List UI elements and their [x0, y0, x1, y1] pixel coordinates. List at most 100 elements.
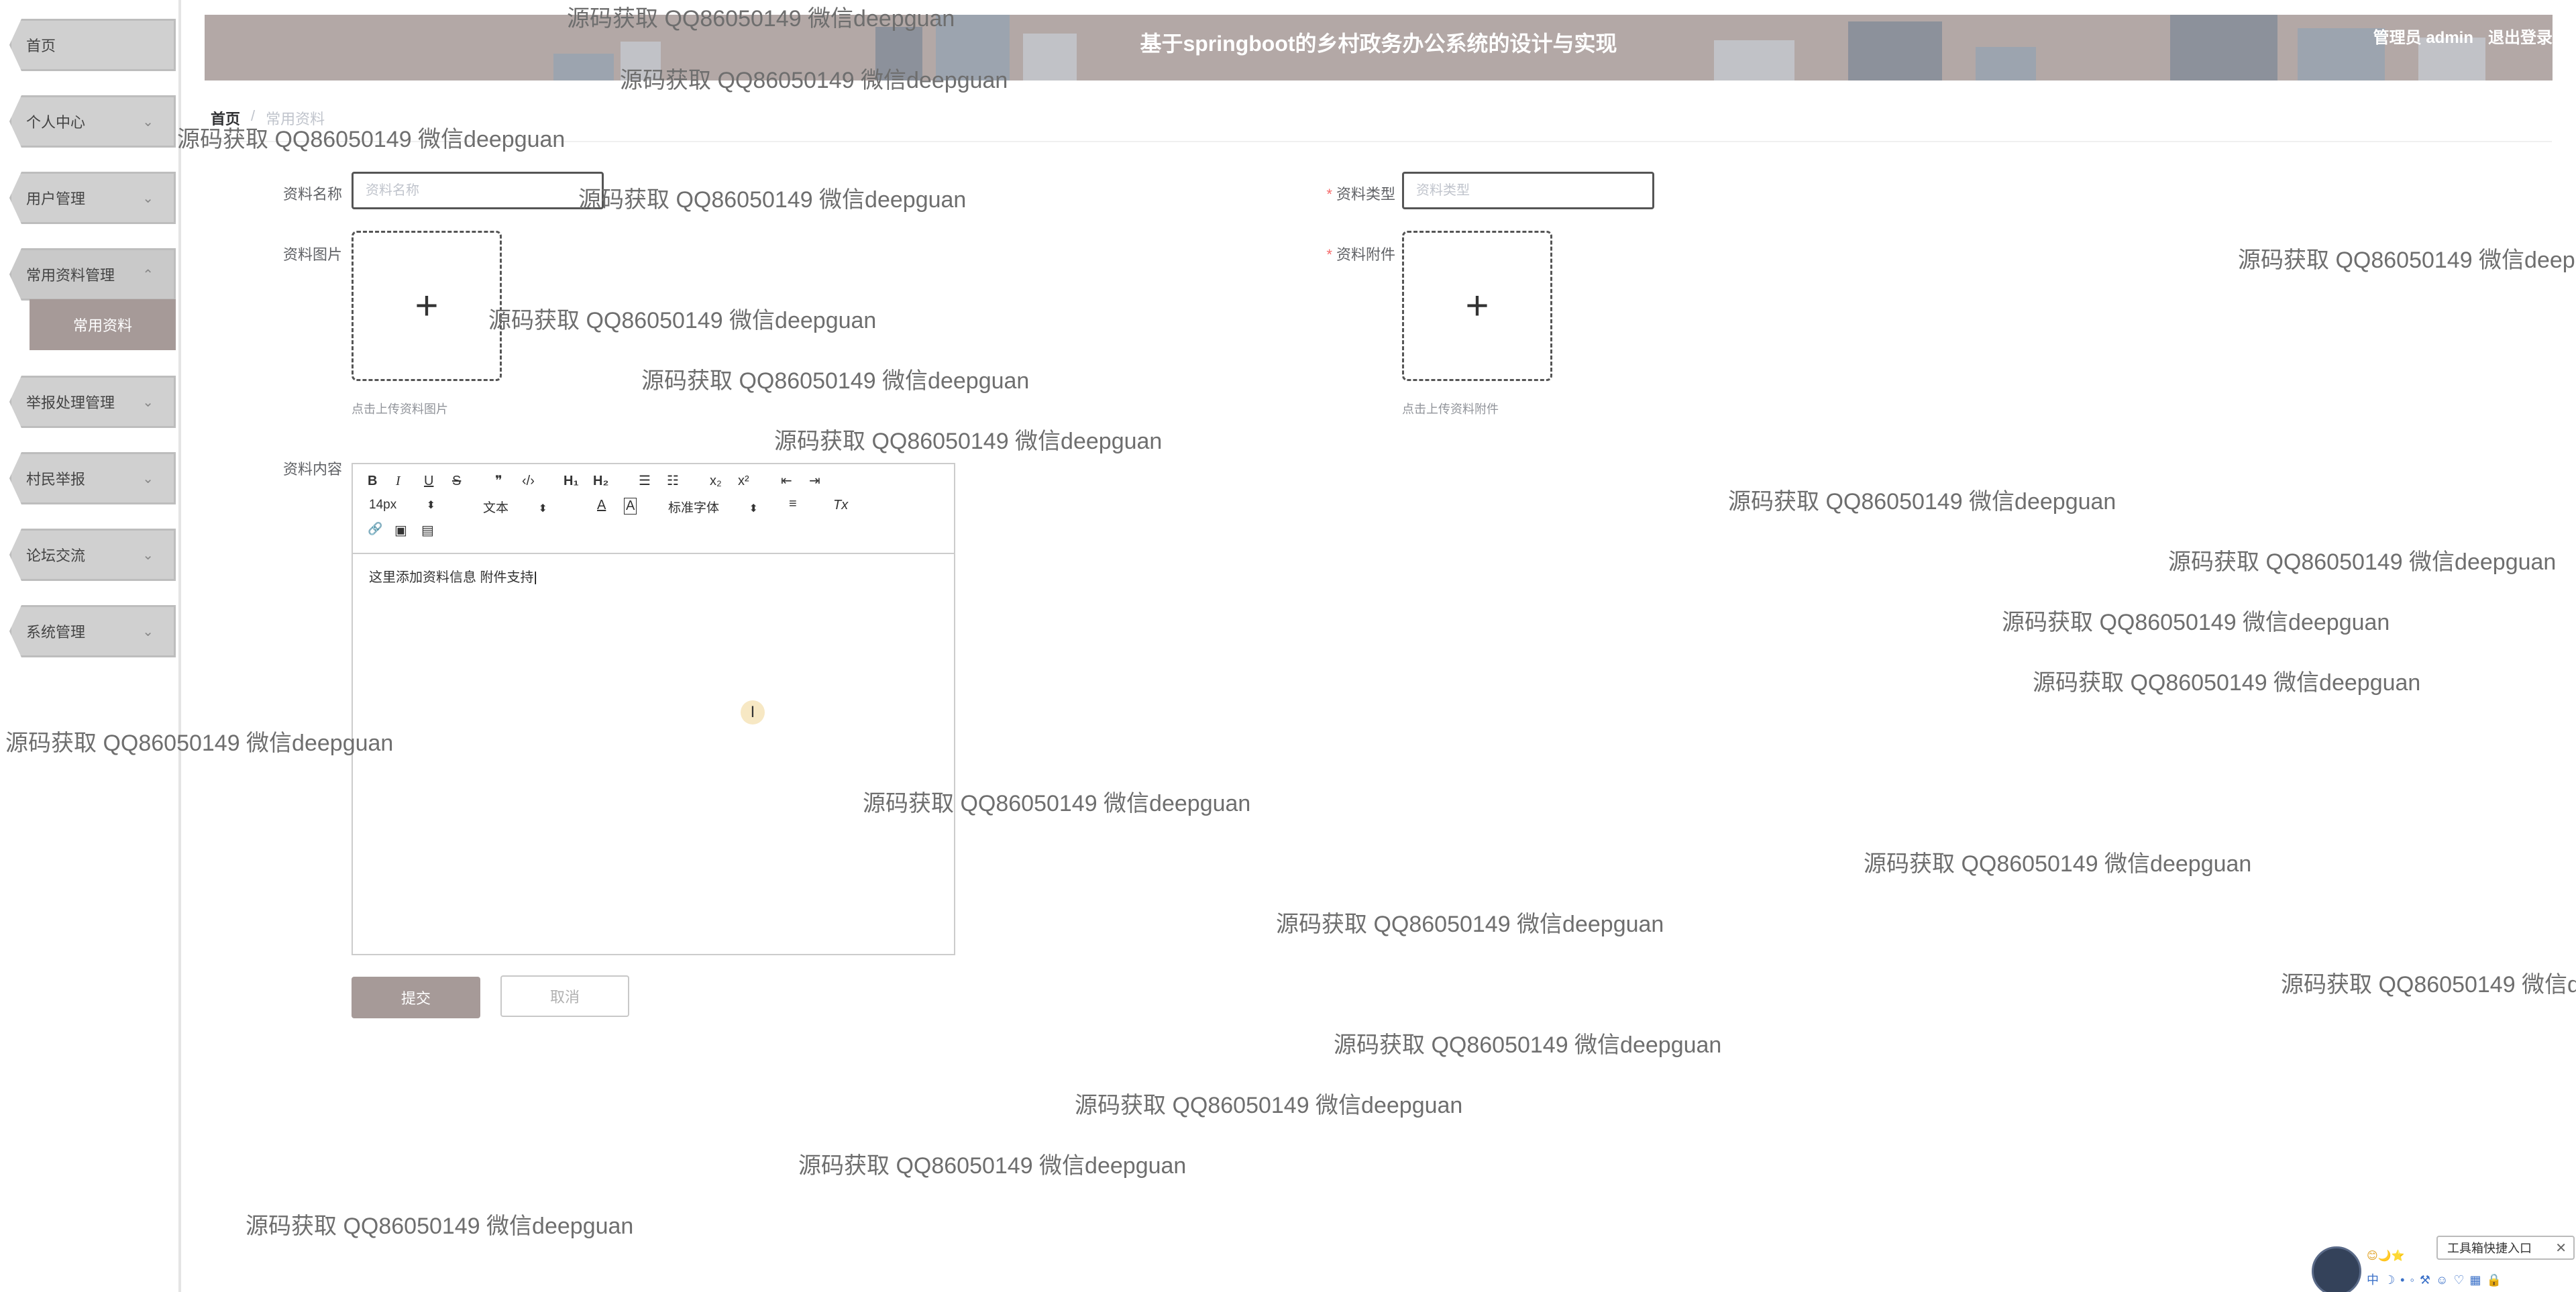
header-select[interactable]: 文本 — [483, 498, 547, 516]
text-cursor-icon: I — [741, 700, 765, 724]
watermark: 源码获取 QQ86050149 微信deepguan — [1075, 1093, 1463, 1118]
file-uploader[interactable]: + — [1402, 231, 1552, 381]
plus-icon: + — [415, 283, 439, 328]
type-input[interactable] — [1402, 172, 1654, 209]
watermark: 源码获取 QQ86050149 微信deepguan — [774, 429, 1163, 454]
chevron-down-icon: ⌄ — [142, 548, 154, 563]
sidebar-item-user-management[interactable]: 用户管理 ⌄ — [9, 172, 176, 224]
sidebar-item-personal-center[interactable]: 个人中心 ⌄ — [9, 95, 176, 148]
size-select[interactable]: 14px — [369, 498, 435, 513]
editor-content[interactable]: 这里添加资料信息 附件支持 — [369, 566, 537, 586]
link-icon[interactable]: 🔗 — [368, 522, 382, 536]
sidebar-item-label: 举报处理管理 — [26, 394, 115, 411]
watermark: 源码获取 QQ86050149 微信deepguan — [488, 308, 877, 333]
sidebar-item-label: 用户管理 — [26, 191, 86, 207]
cancel-button[interactable]: 取消 — [500, 975, 629, 1017]
editor-toolbar: B I U S ❞ ‹/› H₁ H₂ ☰ ☷ x₂ x² ⇤ ⇥ 14px 文… — [353, 464, 954, 554]
subscript-button[interactable]: x₂ — [710, 474, 722, 489]
video-icon[interactable]: ▤ — [421, 522, 434, 539]
required-mark: * — [1326, 246, 1332, 263]
user-area: 管理员 admin 退出登录 — [2373, 24, 2553, 48]
header-banner: 基于springboot的乡村政务办公系统的设计与实现 管理员 admin 退出登… — [205, 15, 2553, 80]
sidebar-item-common-materials[interactable]: 常用资料管理 ⌃ — [9, 248, 176, 301]
underline-button[interactable]: U — [424, 474, 433, 489]
h2-button[interactable]: H₂ — [593, 474, 608, 489]
clean-format-button[interactable]: Tx — [833, 498, 848, 513]
font-color-button[interactable]: A — [597, 498, 606, 513]
font-select[interactable]: 标准字体 — [668, 498, 758, 516]
ordered-list-button[interactable]: ☰ — [639, 472, 651, 489]
content-label-text: 资料内容 — [282, 461, 342, 478]
name-label-text: 资料名称 — [282, 186, 342, 203]
sidebar-item-label: 系统管理 — [26, 624, 86, 641]
h1-button[interactable]: H₁ — [564, 474, 579, 489]
required-mark: * — [1326, 186, 1332, 203]
tool-icons-row[interactable]: 中☽•◦⚒☺♡▦🔒 — [2367, 1271, 2507, 1288]
content-label: 资料内容 — [255, 457, 342, 479]
watermark: 源码获取 QQ86050149 微信deepguan — [2168, 549, 2557, 575]
rich-text-editor[interactable]: B I U S ❞ ‹/› H₁ H₂ ☰ ☷ x₂ x² ⇤ ⇥ 14px 文… — [352, 463, 955, 955]
watermark: 源码获取 QQ86050149 微信deepguan — [2002, 610, 2390, 635]
bold-button[interactable]: B — [368, 474, 377, 489]
italic-button[interactable]: I — [396, 474, 400, 489]
name-input[interactable] — [352, 172, 604, 209]
image-upload-tip: 点击上传资料图片 — [352, 402, 448, 416]
file-upload-tip: 点击上传资料附件 — [1402, 402, 1499, 416]
watermark: 源码获取 QQ86050149 微信deepguan — [641, 368, 1030, 394]
current-user: 管理员 admin — [2373, 29, 2473, 47]
indent-button[interactable]: ⇥ — [809, 472, 820, 489]
sidebar-item-report-handling[interactable]: 举报处理管理 ⌄ — [9, 376, 176, 428]
breadcrumb-home[interactable]: 首页 — [211, 107, 240, 129]
breadcrumb: 首页 / 常用资料 — [211, 107, 325, 129]
sidebar-item-label: 村民举报 — [26, 471, 86, 488]
watermark: 源码获取 QQ86050149 微信deepguan — [2281, 972, 2576, 998]
image-label: 资料图片 — [255, 243, 342, 264]
submit-button[interactable]: 提交 — [352, 977, 480, 1018]
chevron-down-icon: ⌄ — [142, 472, 154, 486]
align-button[interactable]: ≡ — [789, 496, 797, 512]
toolbox-shortcut-button[interactable]: 工具箱快捷入口 ✕ — [2436, 1236, 2575, 1260]
site-title: 基于springboot的乡村政务办公系统的设计与实现 — [1140, 32, 1617, 56]
code-button[interactable]: ‹/› — [522, 474, 535, 489]
file-label-text: 资料附件 — [1336, 246, 1395, 263]
avatar[interactable] — [2312, 1246, 2361, 1292]
sidebar-subitem-common-materials[interactable]: 常用资料 — [30, 299, 176, 350]
toolbox-shortcut-label: 工具箱快捷入口 — [2447, 1242, 2532, 1255]
watermark: 源码获取 QQ86050149 微信deepguan — [1276, 912, 1664, 937]
sidebar-item-forum[interactable]: 论坛交流 ⌄ — [9, 529, 176, 581]
outdent-button[interactable]: ⇤ — [781, 472, 792, 489]
watermark: 源码获取 QQ86050149 微信deepguan — [578, 187, 967, 213]
superscript-button[interactable]: x² — [738, 474, 749, 489]
sidebar-item-label: 首页 — [26, 38, 56, 54]
plus-icon: + — [1465, 283, 1489, 328]
watermark: 源码获取 QQ86050149 微信deepguan — [2238, 248, 2576, 273]
skyline-building — [553, 54, 614, 80]
background-color-button[interactable]: A — [624, 498, 637, 515]
watermark: 源码获取 QQ86050149 微信deepguan — [2033, 670, 2421, 696]
bullet-list-button[interactable]: ☷ — [667, 472, 679, 489]
watermark: 源码获取 QQ86050149 微信deepguan — [1728, 489, 2116, 515]
sidebar-item-home[interactable]: 首页 — [9, 19, 176, 71]
chevron-up-icon: ⌃ — [142, 268, 154, 282]
chevron-down-icon: ⌄ — [142, 115, 154, 129]
toolbox-widget: 😊🌙⭐ 工具箱快捷入口 ✕ 中☽•◦⚒☺♡▦🔒 — [2308, 1232, 2576, 1292]
status-emojis: 😊🌙⭐ — [2367, 1250, 2405, 1262]
watermark: 源码获取 QQ86050149 微信deepguan — [1864, 851, 2252, 877]
name-label: 资料名称 — [255, 182, 342, 204]
sidebar-item-label: 常用资料管理 — [26, 267, 115, 284]
image-icon[interactable]: ▣ — [394, 522, 407, 539]
chevron-down-icon: ⌄ — [142, 625, 154, 639]
sidebar-item-villager-report[interactable]: 村民举报 ⌄ — [9, 452, 176, 504]
logout-button[interactable]: 退出登录 — [2488, 29, 2553, 47]
quote-button[interactable]: ❞ — [495, 472, 502, 489]
chevron-down-icon: ⌄ — [142, 191, 154, 206]
sidebar-item-system-management[interactable]: 系统管理 ⌄ — [9, 605, 176, 657]
divider — [211, 141, 2552, 142]
image-uploader[interactable]: + — [352, 231, 502, 381]
sidebar-item-label: 论坛交流 — [26, 547, 86, 564]
file-label: * 资料附件 — [1301, 243, 1395, 264]
watermark: 源码获取 QQ86050149 微信deepguan — [798, 1153, 1187, 1179]
close-icon[interactable]: ✕ — [2555, 1240, 2567, 1256]
strikethrough-button[interactable]: S — [452, 474, 461, 489]
type-label: * 资料类型 — [1301, 182, 1395, 204]
